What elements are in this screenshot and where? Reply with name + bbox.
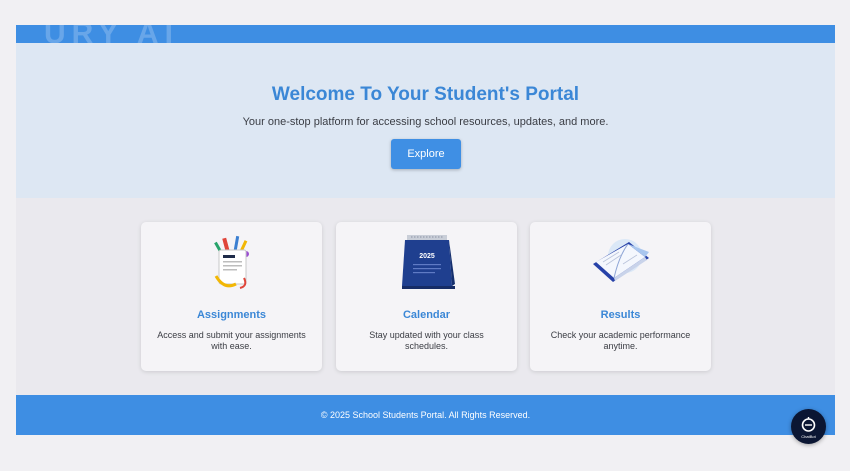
- footer-copyright: © 2025 School Students Portal. All Right…: [320, 410, 531, 420]
- chatbot-icon: [801, 417, 816, 432]
- card-description: Check your academic performance anytime.: [550, 330, 691, 351]
- footer: © 2025 School Students Portal. All Right…: [16, 395, 835, 435]
- hero-subtitle: Your one-stop platform for accessing sch…: [242, 116, 609, 128]
- calendar-icon: 2025: [336, 234, 517, 292]
- card-assignments[interactable]: Assignments Access and submit your assig…: [141, 222, 322, 371]
- features-section: Assignments Access and submit your assig…: [16, 198, 835, 395]
- hero-section: Welcome To Your Student's Portal Your on…: [16, 43, 835, 198]
- explore-button[interactable]: Explore: [391, 139, 461, 169]
- page-title: Welcome To Your Student's Portal: [271, 84, 580, 105]
- card-results[interactable]: Results Check your academic performance …: [530, 222, 711, 371]
- chatbot-button[interactable]: ChatBot: [791, 409, 826, 444]
- card-title: Results: [600, 309, 641, 321]
- book-icon: [530, 234, 711, 292]
- card-calendar[interactable]: 2025 Calendar Stay updated with your cla…: [336, 222, 517, 371]
- card-title: Assignments: [196, 309, 267, 321]
- card-title: Calendar: [402, 309, 451, 321]
- watermark-text: URY AI: [44, 25, 179, 43]
- calendar-year-text: 2025: [419, 253, 435, 260]
- top-bar: URY AI: [16, 25, 835, 43]
- chatbot-label: ChatBot: [801, 434, 816, 439]
- card-description: Stay updated with your class schedules.: [369, 330, 484, 351]
- assignments-icon: [141, 234, 322, 292]
- card-description: Access and submit your assignments with …: [157, 330, 306, 351]
